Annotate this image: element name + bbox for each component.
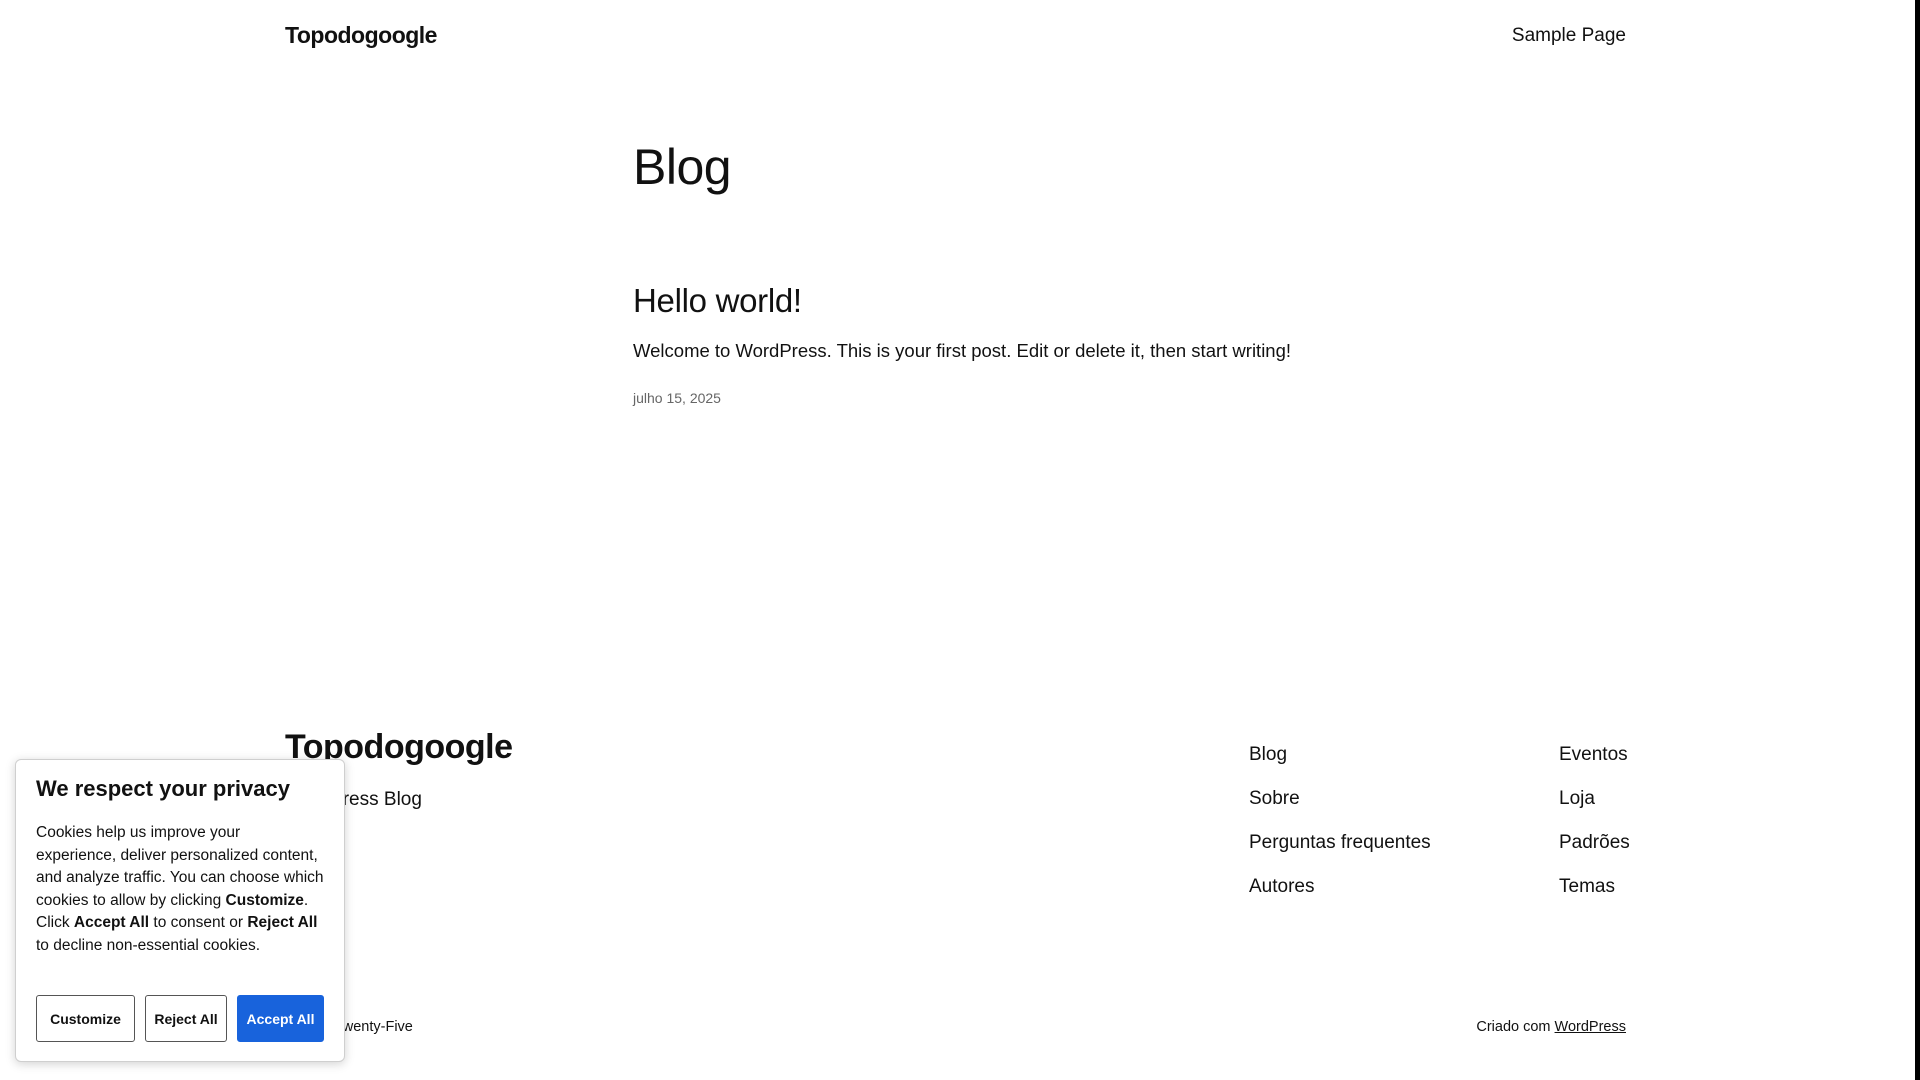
cookie-text-part-3: to consent or (149, 914, 248, 931)
cookie-button-group: Customize Reject All Accept All (36, 995, 324, 1042)
nav-link-sample-page[interactable]: Sample Page (1512, 25, 1626, 47)
cookie-text-bold-accept: Accept All (73, 914, 150, 931)
site-title-link[interactable]: Topodogoogle (285, 22, 437, 49)
cookie-consent-banner: We respect your privacy Cookies help us … (15, 759, 345, 1062)
reject-all-button[interactable]: Reject All (145, 995, 227, 1042)
page-title: Blog (633, 139, 732, 195)
page-scrollbar[interactable] (1915, 0, 1920, 1080)
footer-link-eventos[interactable]: Eventos (1559, 733, 1630, 777)
post-excerpt: Welcome to WordPress. This is your first… (633, 340, 1292, 361)
footer-link-perguntas-frequentes[interactable]: Perguntas frequentes (1249, 821, 1431, 865)
post-date: julho 15, 2025 (633, 390, 721, 406)
footer-powered-by: Criado com WordPress (1476, 1019, 1626, 1035)
footer-link-padroes[interactable]: Padrões (1559, 821, 1630, 865)
customize-button[interactable]: Customize (36, 995, 135, 1042)
footer-nav-column-2: Eventos Loja Padrões Temas (1559, 733, 1630, 909)
cookie-text-bold-customize: Customize (225, 891, 304, 909)
footer-link-sobre[interactable]: Sobre (1249, 777, 1431, 821)
cookie-text-part-4: to decline non-essential cookies. (36, 936, 261, 954)
cookie-text-bold-reject: Reject All (247, 914, 318, 931)
footer-link-blog[interactable]: Blog (1249, 733, 1431, 777)
footer-link-loja[interactable]: Loja (1559, 777, 1630, 821)
footer-nav-column-1: Blog Sobre Perguntas frequentes Autores (1249, 733, 1431, 909)
site-header: Topodogoogle Sample Page (0, 0, 1910, 70)
wordpress-link[interactable]: WordPress (1555, 1019, 1626, 1035)
post-item: Hello world! Welcome to WordPress. This … (633, 282, 1433, 406)
footer-link-autores[interactable]: Autores (1249, 865, 1431, 909)
accept-all-button[interactable]: Accept All (237, 995, 324, 1042)
cookie-banner-description: Cookies help us improve your experience,… (36, 822, 324, 957)
footer-link-temas[interactable]: Temas (1559, 865, 1630, 909)
powered-by-prefix: Criado com (1476, 1019, 1551, 1035)
cookie-banner-title: We respect your privacy (36, 776, 290, 801)
post-title-link[interactable]: Hello world! (633, 282, 1433, 320)
